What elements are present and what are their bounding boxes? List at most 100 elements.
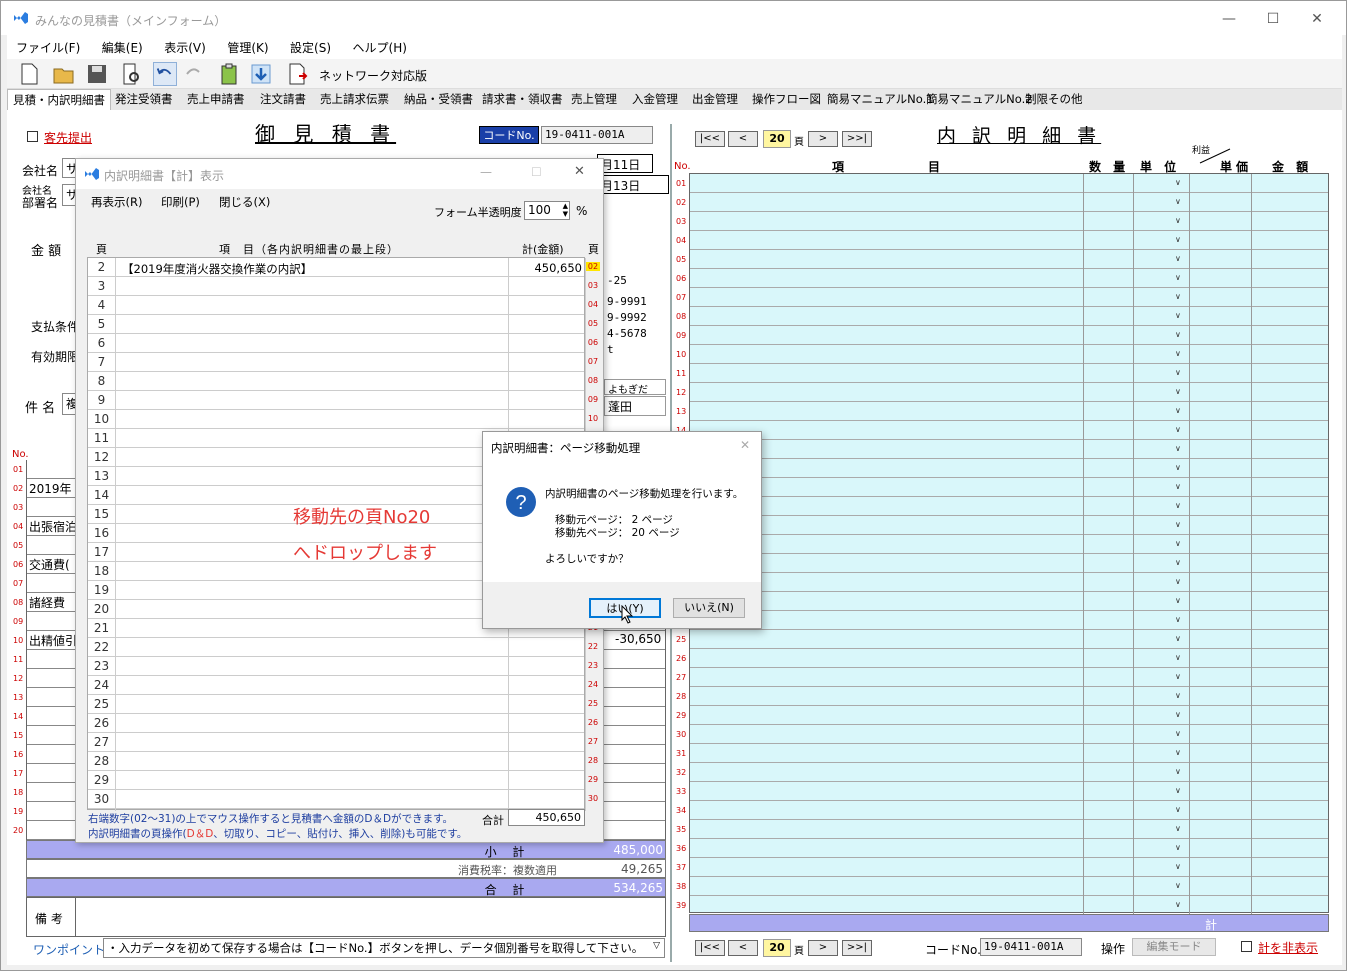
unit-dropdown-chevron-icon[interactable]: ∨ bbox=[1175, 805, 1181, 814]
edit-mode-button[interactable]: 編集モード bbox=[1132, 938, 1216, 956]
unit-dropdown-chevron-icon[interactable]: ∨ bbox=[1175, 558, 1181, 567]
onepoint-select[interactable]: ・入力データを初めて保存する場合は【コードNo.】ボタンを押し、データ個別番号を… bbox=[103, 938, 665, 958]
unit-dropdown-chevron-icon[interactable]: ∨ bbox=[1175, 634, 1181, 643]
tab-order[interactable]: 発注受領書 bbox=[115, 91, 173, 107]
staff-kana[interactable]: よもぎだ bbox=[604, 379, 666, 395]
no-button[interactable]: いいえ(N) bbox=[673, 598, 745, 618]
unit-dropdown-chevron-icon[interactable]: ∨ bbox=[1175, 615, 1181, 624]
print-preview-icon[interactable] bbox=[119, 62, 143, 86]
page-drag-handle[interactable]: 09 bbox=[586, 395, 600, 404]
date-2[interactable]: 月13日 bbox=[597, 175, 669, 194]
tab-flow[interactable]: 操作フロー図 bbox=[752, 91, 821, 107]
unit-dropdown-chevron-icon[interactable]: ∨ bbox=[1175, 520, 1181, 529]
maximize-button[interactable]: ☐ bbox=[1251, 7, 1295, 31]
unit-dropdown-chevron-icon[interactable]: ∨ bbox=[1175, 862, 1181, 871]
hide-sum-checkbox[interactable] bbox=[1241, 941, 1252, 952]
next-page-button-bottom[interactable]: > bbox=[808, 940, 838, 956]
dept-field[interactable]: サ bbox=[62, 184, 76, 206]
unit-dropdown-chevron-icon[interactable]: ∨ bbox=[1175, 729, 1181, 738]
clipboard-icon[interactable] bbox=[217, 62, 241, 86]
page-drag-handle[interactable]: 08 bbox=[586, 376, 600, 385]
tab-estimate[interactable]: 見積・内訳明細書 bbox=[7, 89, 111, 110]
sub-maximize-button[interactable]: ☐ bbox=[531, 165, 542, 179]
menu-manage[interactable]: 管理(K) bbox=[218, 35, 277, 60]
subject-field[interactable]: 複 bbox=[62, 393, 76, 415]
download-icon[interactable] bbox=[249, 62, 273, 86]
unit-dropdown-chevron-icon[interactable]: ∨ bbox=[1175, 767, 1181, 776]
breakdown-grid[interactable]: ∨ ∨ ∨ ∨ ∨ ∨ ∨ ∨ ∨ ∨ ∨ ∨ ∨ ∨ ∨ ∨ ∨ ∨ ∨ ∨ ∨ ∨ ∨ ∨ ∨ ∨ ∨ ∨ ∨ ∨ ∨ ∨ ∨ ∨ ∨ ∨ ∨ ∨ ∨ bbox=[689, 173, 1329, 914]
unit-dropdown-chevron-icon[interactable]: ∨ bbox=[1175, 368, 1181, 377]
customer-submit-checkbox[interactable] bbox=[27, 131, 38, 142]
sub-minimize-button[interactable]: — bbox=[480, 165, 492, 179]
menu-settings[interactable]: 設定(S) bbox=[281, 35, 340, 60]
page-drag-handle[interactable]: 26 bbox=[586, 718, 600, 727]
unit-dropdown-chevron-icon[interactable]: ∨ bbox=[1175, 653, 1181, 662]
unit-dropdown-chevron-icon[interactable]: ∨ bbox=[1175, 292, 1181, 301]
tab-manual2[interactable]: 簡易マニュアルNo.2 bbox=[926, 91, 1033, 107]
first-page-button[interactable]: |<< bbox=[695, 131, 725, 147]
unit-dropdown-chevron-icon[interactable]: ∨ bbox=[1175, 881, 1181, 890]
export-icon[interactable] bbox=[285, 62, 309, 86]
new-file-icon[interactable] bbox=[17, 62, 41, 86]
page-drag-handle[interactable]: 24 bbox=[586, 680, 600, 689]
page-drag-handle[interactable]: 27 bbox=[586, 737, 600, 746]
unit-dropdown-chevron-icon[interactable]: ∨ bbox=[1175, 710, 1181, 719]
page-number[interactable]: 20 bbox=[763, 130, 791, 148]
page-drag-handle[interactable]: 28 bbox=[586, 756, 600, 765]
tab-sales-request[interactable]: 売上申請書 bbox=[187, 91, 245, 107]
menu-view[interactable]: 表示(V) bbox=[155, 35, 215, 60]
page-drag-handle[interactable]: 10 bbox=[586, 414, 600, 423]
unit-dropdown-chevron-icon[interactable]: ∨ bbox=[1175, 463, 1181, 472]
tab-invoice[interactable]: 請求書・領収書 bbox=[482, 91, 563, 107]
prev-page-button-bottom[interactable]: < bbox=[728, 940, 758, 956]
unit-dropdown-chevron-icon[interactable]: ∨ bbox=[1175, 178, 1181, 187]
menu-help[interactable]: ヘルプ(H) bbox=[344, 35, 416, 60]
tab-sales-invoice[interactable]: 売上請求伝票 bbox=[320, 91, 389, 107]
code-no-button[interactable]: コードNo. bbox=[479, 126, 539, 144]
unit-dropdown-chevron-icon[interactable]: ∨ bbox=[1175, 235, 1181, 244]
unit-dropdown-chevron-icon[interactable]: ∨ bbox=[1175, 691, 1181, 700]
page-drag-handle[interactable]: 04 bbox=[586, 300, 600, 309]
date-1[interactable]: 月11日 bbox=[597, 154, 653, 173]
close-button[interactable]: ✕ bbox=[1295, 7, 1339, 31]
unit-dropdown-chevron-icon[interactable]: ∨ bbox=[1175, 330, 1181, 339]
open-folder-icon[interactable] bbox=[52, 62, 76, 86]
page-drag-handle[interactable]: 22 bbox=[586, 642, 600, 651]
tab-manual1[interactable]: 簡易マニュアルNo.1 bbox=[827, 91, 934, 107]
staff-name[interactable]: 蓬田 bbox=[604, 396, 666, 416]
sub-menu-refresh[interactable]: 再表示(R) bbox=[91, 194, 142, 210]
unit-dropdown-chevron-icon[interactable]: ∨ bbox=[1175, 501, 1181, 510]
page-drag-handle[interactable]: 30 bbox=[586, 794, 600, 803]
unit-dropdown-chevron-icon[interactable]: ∨ bbox=[1175, 596, 1181, 605]
prev-page-button[interactable]: < bbox=[728, 131, 758, 147]
menu-file[interactable]: ファイル(F) bbox=[7, 35, 89, 60]
last-page-button-bottom[interactable]: >>| bbox=[842, 940, 872, 956]
page-drag-handle[interactable]: 23 bbox=[586, 661, 600, 670]
undo-icon[interactable] bbox=[153, 62, 177, 86]
unit-dropdown-chevron-icon[interactable]: ∨ bbox=[1175, 254, 1181, 263]
unit-dropdown-chevron-icon[interactable]: ∨ bbox=[1175, 786, 1181, 795]
unit-dropdown-chevron-icon[interactable]: ∨ bbox=[1175, 482, 1181, 491]
page-drag-handle[interactable]: 06 bbox=[586, 338, 600, 347]
unit-dropdown-chevron-icon[interactable]: ∨ bbox=[1175, 900, 1181, 909]
unit-dropdown-chevron-icon[interactable]: ∨ bbox=[1175, 197, 1181, 206]
tab-sales-manage[interactable]: 売上管理 bbox=[571, 91, 617, 107]
page-drag-handle[interactable]: 07 bbox=[586, 357, 600, 366]
unit-dropdown-chevron-icon[interactable]: ∨ bbox=[1175, 273, 1181, 282]
page-drag-handle[interactable]: 29 bbox=[586, 775, 600, 784]
menu-edit[interactable]: 編集(E) bbox=[93, 35, 152, 60]
page-drag-handle[interactable]: 03 bbox=[586, 281, 600, 290]
unit-dropdown-chevron-icon[interactable]: ∨ bbox=[1175, 311, 1181, 320]
page-drag-handle[interactable]: 02 bbox=[586, 262, 600, 271]
page-drag-handle[interactable]: 05 bbox=[586, 319, 600, 328]
unit-dropdown-chevron-icon[interactable]: ∨ bbox=[1175, 387, 1181, 396]
customer-submit-label[interactable]: 客先提出 bbox=[44, 129, 92, 146]
unit-dropdown-chevron-icon[interactable]: ∨ bbox=[1175, 577, 1181, 586]
tab-payment-in[interactable]: 入金管理 bbox=[632, 91, 678, 107]
unit-dropdown-chevron-icon[interactable]: ∨ bbox=[1175, 425, 1181, 434]
last-page-button[interactable]: >>| bbox=[842, 131, 872, 147]
unit-dropdown-chevron-icon[interactable]: ∨ bbox=[1175, 843, 1181, 852]
unit-dropdown-chevron-icon[interactable]: ∨ bbox=[1175, 824, 1181, 833]
unit-dropdown-chevron-icon[interactable]: ∨ bbox=[1175, 406, 1181, 415]
opacity-stepper[interactable]: 100 ▲ ▼ bbox=[524, 201, 570, 220]
